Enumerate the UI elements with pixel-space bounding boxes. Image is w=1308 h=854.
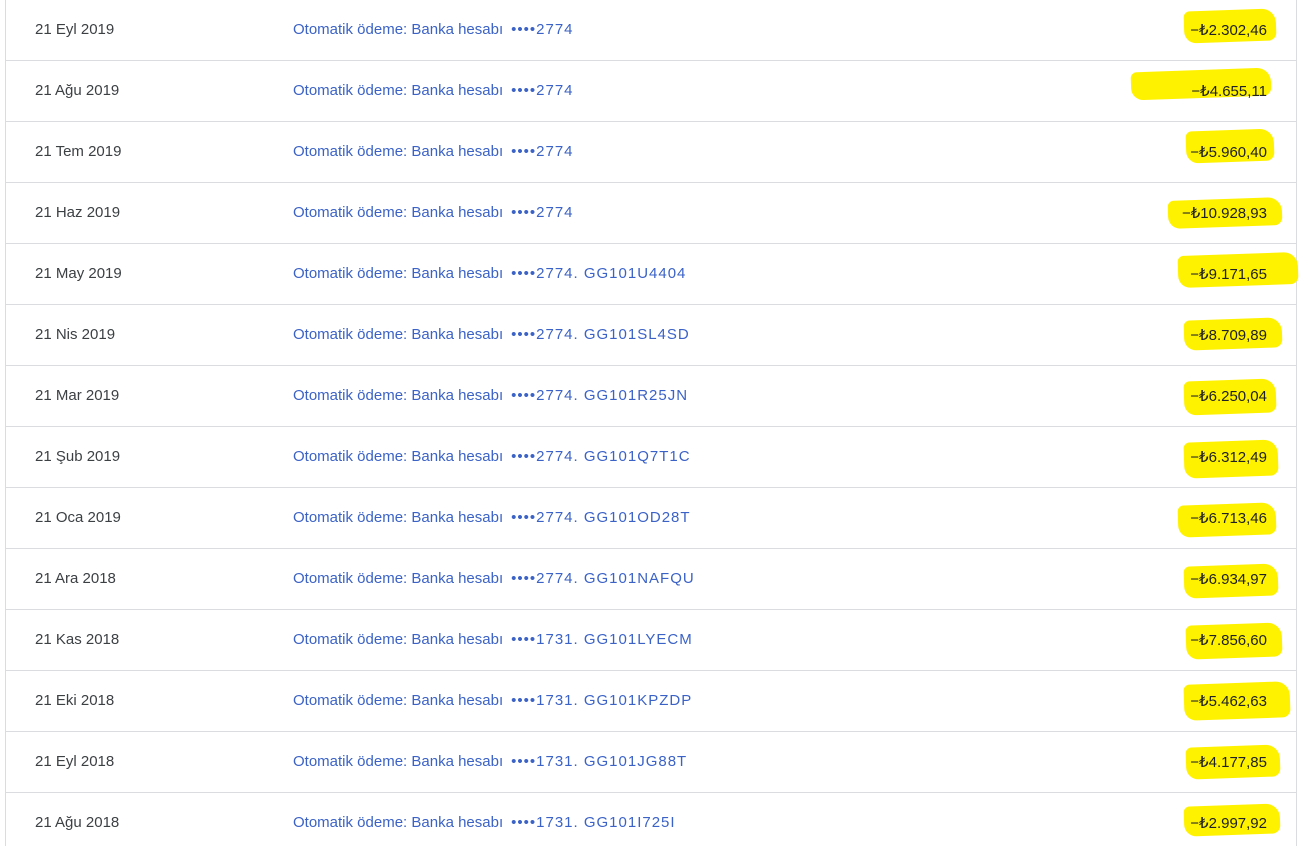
- account-reference: ••••2774. GG101SL4SD: [511, 326, 690, 343]
- transaction-row[interactable]: 21 Şub 2019 Otomatik ödeme: Banka hesabı…: [6, 427, 1296, 488]
- transaction-description-link[interactable]: Otomatik ödeme: Banka hesabı ••••1731. GG…: [293, 671, 693, 731]
- amount-cell: −₺2.302,46: [1183, 0, 1277, 60]
- transaction-date: 21 Şub 2019: [35, 448, 121, 465]
- transaction-description-link[interactable]: Otomatik ödeme: Banka hesabı ••••2774. GG…: [293, 549, 696, 609]
- transaction-row[interactable]: 21 Ağu 2019 Otomatik ödeme: Banka hesabı…: [6, 61, 1296, 122]
- transaction-row[interactable]: 21 Oca 2019 Otomatik ödeme: Banka hesabı…: [6, 488, 1296, 549]
- transaction-amount: −₺6.934,97: [1190, 571, 1267, 588]
- amount-cell: −₺8.709,89: [1183, 305, 1283, 365]
- payment-method-label: Otomatik ödeme: Banka hesabı: [293, 448, 504, 465]
- account-reference: ••••2774: [511, 82, 574, 99]
- transaction-row[interactable]: 21 Eyl 2018 Otomatik ödeme: Banka hesabı…: [6, 732, 1296, 793]
- transaction-description-link[interactable]: Otomatik ödeme: Banka hesabı ••••2774. GG…: [293, 427, 692, 487]
- payment-method-label: Otomatik ödeme: Banka hesabı: [293, 631, 504, 648]
- transaction-description-link[interactable]: Otomatik ödeme: Banka hesabı ••••2774: [293, 0, 575, 60]
- account-reference: ••••2774. GG101Q7T1C: [511, 448, 691, 465]
- transaction-row[interactable]: 21 Ağu 2018 Otomatik ödeme: Banka hesabı…: [6, 793, 1296, 854]
- payment-method-label: Otomatik ödeme: Banka hesabı: [293, 509, 504, 526]
- transaction-description-link[interactable]: Otomatik ödeme: Banka hesabı ••••2774. GG…: [293, 488, 692, 548]
- account-reference: ••••2774: [511, 143, 574, 160]
- payment-method-label: Otomatik ödeme: Banka hesabı: [293, 82, 504, 99]
- transaction-date: 21 May 2019: [35, 265, 122, 282]
- amount-cell: −₺10.928,93: [1167, 183, 1283, 243]
- transaction-description-link[interactable]: Otomatik ödeme: Banka hesabı ••••2774. GG…: [293, 244, 687, 304]
- transaction-row[interactable]: 21 Haz 2019 Otomatik ödeme: Banka hesabı…: [6, 183, 1296, 244]
- account-reference: ••••2774: [511, 204, 574, 221]
- payment-method-label: Otomatik ödeme: Banka hesabı: [293, 265, 504, 282]
- transaction-amount: −₺2.997,92: [1190, 815, 1267, 832]
- payment-method-label: Otomatik ödeme: Banka hesabı: [293, 21, 504, 38]
- transaction-date: 21 Mar 2019: [35, 387, 120, 404]
- account-reference: ••••1731. GG101LYECM: [511, 631, 693, 648]
- transaction-amount: −₺6.713,46: [1190, 510, 1267, 527]
- amount-cell: −₺4.655,11: [1130, 61, 1272, 121]
- transaction-date: 21 Haz 2019: [35, 204, 121, 221]
- transaction-description-link[interactable]: Otomatik ödeme: Banka hesabı ••••1731. GG…: [293, 732, 688, 792]
- transaction-date: 21 Oca 2019: [35, 509, 121, 526]
- transaction-amount: −₺5.462,63: [1190, 693, 1267, 710]
- transaction-date: 21 Eyl 2019: [35, 21, 115, 38]
- transaction-date: 21 Eki 2018: [35, 692, 115, 709]
- transaction-date: 21 Ağu 2018: [35, 814, 120, 831]
- payment-method-label: Otomatik ödeme: Banka hesabı: [293, 753, 504, 770]
- transaction-amount: −₺8.709,89: [1190, 327, 1267, 344]
- transaction-row[interactable]: 21 Kas 2018 Otomatik ödeme: Banka hesabı…: [6, 610, 1296, 671]
- payment-method-label: Otomatik ödeme: Banka hesabı: [293, 814, 504, 831]
- transaction-row[interactable]: 21 Ara 2018 Otomatik ödeme: Banka hesabı…: [6, 549, 1296, 610]
- payment-method-label: Otomatik ödeme: Banka hesabı: [293, 143, 504, 160]
- transaction-row[interactable]: 21 Nis 2019 Otomatik ödeme: Banka hesabı…: [6, 305, 1296, 366]
- transaction-row[interactable]: 21 May 2019 Otomatik ödeme: Banka hesabı…: [6, 244, 1299, 305]
- amount-cell: −₺9.171,65: [1177, 244, 1299, 304]
- transaction-description-link[interactable]: Otomatik ödeme: Banka hesabı ••••2774. GG…: [293, 366, 689, 426]
- transaction-date: 21 Eyl 2018: [35, 753, 115, 770]
- transaction-amount: −₺6.250,04: [1190, 388, 1267, 405]
- transaction-amount: −₺5.960,40: [1190, 144, 1267, 161]
- amount-cell: −₺5.462,63: [1183, 671, 1291, 731]
- transaction-description-link[interactable]: Otomatik ödeme: Banka hesabı ••••2774: [293, 183, 575, 243]
- amount-cell: −₺6.250,04: [1183, 366, 1277, 426]
- transaction-date: 21 Ara 2018: [35, 570, 116, 587]
- account-reference: ••••2774: [511, 21, 574, 38]
- transaction-date: 21 Kas 2018: [35, 631, 120, 648]
- transaction-row[interactable]: 21 Tem 2019 Otomatik ödeme: Banka hesabı…: [6, 122, 1296, 183]
- payment-method-label: Otomatik ödeme: Banka hesabı: [293, 387, 504, 404]
- payment-method-label: Otomatik ödeme: Banka hesabı: [293, 204, 504, 221]
- amount-cell: −₺4.177,85: [1185, 732, 1281, 792]
- amount-cell: −₺5.960,40: [1185, 122, 1275, 182]
- transaction-description-link[interactable]: Otomatik ödeme: Banka hesabı ••••2774: [293, 122, 575, 182]
- amount-cell: −₺6.934,97: [1183, 549, 1279, 609]
- amount-cell: −₺6.312,49: [1183, 427, 1279, 487]
- transaction-amount: −₺4.177,85: [1190, 754, 1267, 771]
- payment-method-label: Otomatik ödeme: Banka hesabı: [293, 326, 504, 343]
- transaction-date: 21 Ağu 2019: [35, 82, 120, 99]
- amount-cell: −₺6.713,46: [1177, 488, 1277, 548]
- account-reference: ••••1731. GG101JG88T: [511, 753, 688, 770]
- account-reference: ••••2774. GG101R25JN: [511, 387, 689, 404]
- transaction-row[interactable]: 21 Eki 2018 Otomatik ödeme: Banka hesabı…: [6, 671, 1296, 732]
- transaction-row[interactable]: 21 Mar 2019 Otomatik ödeme: Banka hesabı…: [6, 366, 1296, 427]
- payment-method-label: Otomatik ödeme: Banka hesabı: [293, 570, 504, 587]
- transaction-description-link[interactable]: Otomatik ödeme: Banka hesabı ••••1731. GG…: [293, 610, 694, 670]
- transaction-amount: −₺10.928,93: [1181, 205, 1267, 222]
- account-reference: ••••2774. GG101NAFQU: [511, 570, 695, 587]
- transaction-row[interactable]: 21 Eyl 2019 Otomatik ödeme: Banka hesabı…: [6, 0, 1296, 61]
- account-reference: ••••2774. GG101OD28T: [511, 509, 691, 526]
- transaction-description-link[interactable]: Otomatik ödeme: Banka hesabı ••••1731. GG…: [293, 793, 677, 853]
- transaction-date: 21 Nis 2019: [35, 326, 116, 343]
- account-reference: ••••1731. GG101I725I: [511, 814, 676, 831]
- transaction-amount: −₺7.856,60: [1190, 632, 1267, 649]
- transaction-date: 21 Tem 2019: [35, 143, 122, 160]
- transaction-description-link[interactable]: Otomatik ödeme: Banka hesabı ••••2774: [293, 61, 575, 121]
- transaction-amount: −₺2.302,46: [1190, 22, 1267, 39]
- transaction-description-link[interactable]: Otomatik ödeme: Banka hesabı ••••2774. GG…: [293, 305, 691, 365]
- account-reference: ••••2774. GG101U4404: [511, 265, 687, 282]
- transaction-amount: −₺4.655,11: [1191, 83, 1267, 100]
- amount-cell: −₺7.856,60: [1185, 610, 1283, 670]
- amount-cell: −₺2.997,92: [1183, 793, 1281, 853]
- payment-method-label: Otomatik ödeme: Banka hesabı: [293, 692, 504, 709]
- transactions-list: 21 Eyl 2019 Otomatik ödeme: Banka hesabı…: [5, 0, 1299, 846]
- transaction-amount: −₺6.312,49: [1190, 449, 1267, 466]
- account-reference: ••••1731. GG101KPZDP: [511, 692, 693, 709]
- transaction-amount: −₺9.171,65: [1190, 266, 1267, 283]
